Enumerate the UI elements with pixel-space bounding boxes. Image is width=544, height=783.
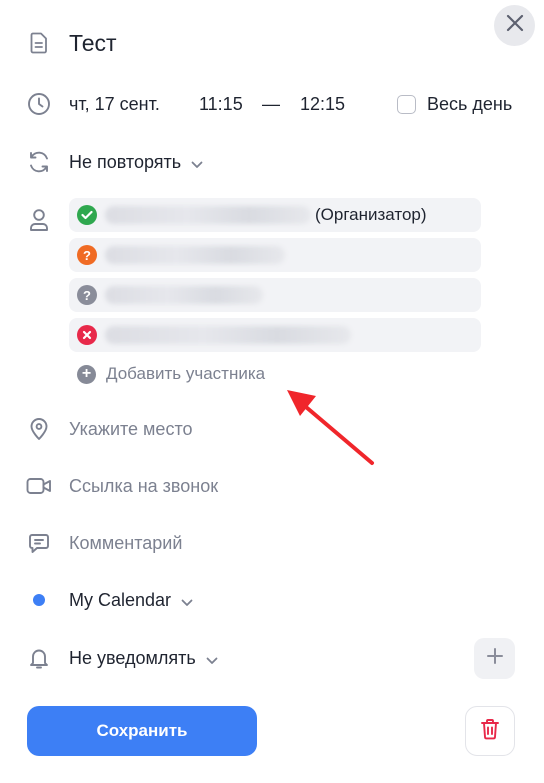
location-pin-icon bbox=[26, 416, 52, 442]
start-time-field[interactable]: 11:15 bbox=[199, 92, 243, 116]
unknown-status-icon: ? bbox=[77, 285, 97, 305]
time-separator: — bbox=[262, 94, 280, 114]
plus-icon bbox=[486, 647, 504, 670]
close-icon bbox=[506, 14, 524, 37]
close-button[interactable] bbox=[494, 5, 535, 46]
attendee-name-redacted bbox=[105, 286, 263, 304]
annotation-arrow bbox=[287, 390, 374, 465]
location-field[interactable]: Укажите место bbox=[69, 417, 193, 441]
add-attendee-label: Добавить участника bbox=[106, 364, 266, 383]
attendee-name-redacted bbox=[105, 326, 351, 344]
attendee-name-redacted bbox=[105, 206, 311, 224]
clock-icon bbox=[26, 91, 52, 117]
chevron-down-icon bbox=[206, 647, 218, 671]
call-link-field[interactable]: Ссылка на звонок bbox=[69, 474, 218, 498]
attendee-row[interactable]: ? bbox=[69, 278, 481, 312]
add-notification-button[interactable] bbox=[474, 638, 515, 679]
calendar-name: My Calendar bbox=[69, 590, 172, 610]
attendee-name-redacted bbox=[105, 246, 285, 264]
attendee-row[interactable] bbox=[69, 318, 481, 352]
notification-select[interactable]: Не уведомлять bbox=[69, 646, 218, 671]
document-icon bbox=[26, 30, 52, 56]
add-attendee-button[interactable]: + Добавить участника bbox=[77, 364, 265, 384]
repeat-select[interactable]: Не повторять bbox=[69, 150, 203, 175]
event-title[interactable]: Тест bbox=[69, 29, 117, 57]
calendar-select[interactable]: My Calendar bbox=[69, 588, 193, 613]
all-day-label[interactable]: Весь день bbox=[427, 92, 512, 116]
comment-field[interactable]: Комментарий bbox=[69, 531, 182, 555]
end-time-field[interactable]: 12:15 bbox=[300, 92, 345, 116]
trash-icon bbox=[480, 718, 500, 745]
calendar-color-dot bbox=[26, 587, 52, 613]
attendee-row[interactable]: (Организатор) bbox=[69, 198, 481, 232]
accepted-status-icon bbox=[77, 205, 97, 225]
organizer-label: (Организатор) bbox=[315, 205, 427, 224]
attendee-row[interactable]: ? bbox=[69, 238, 481, 272]
notification-value: Не уведомлять bbox=[69, 648, 196, 668]
person-icon bbox=[26, 207, 52, 233]
comment-icon bbox=[26, 530, 52, 556]
chevron-down-icon bbox=[191, 151, 203, 175]
repeat-icon bbox=[26, 149, 52, 175]
video-camera-icon bbox=[26, 473, 52, 499]
tentative-status-icon: ? bbox=[77, 245, 97, 265]
save-button[interactable]: Сохранить bbox=[27, 706, 257, 756]
chevron-down-icon bbox=[181, 589, 193, 613]
all-day-checkbox[interactable] bbox=[397, 95, 416, 114]
delete-button[interactable] bbox=[465, 706, 515, 756]
bell-icon bbox=[26, 645, 52, 671]
repeat-value: Не повторять bbox=[69, 152, 182, 172]
date-field[interactable]: чт, 17 сент. bbox=[69, 92, 160, 116]
declined-status-icon bbox=[77, 325, 97, 345]
plus-icon: + bbox=[77, 364, 96, 384]
